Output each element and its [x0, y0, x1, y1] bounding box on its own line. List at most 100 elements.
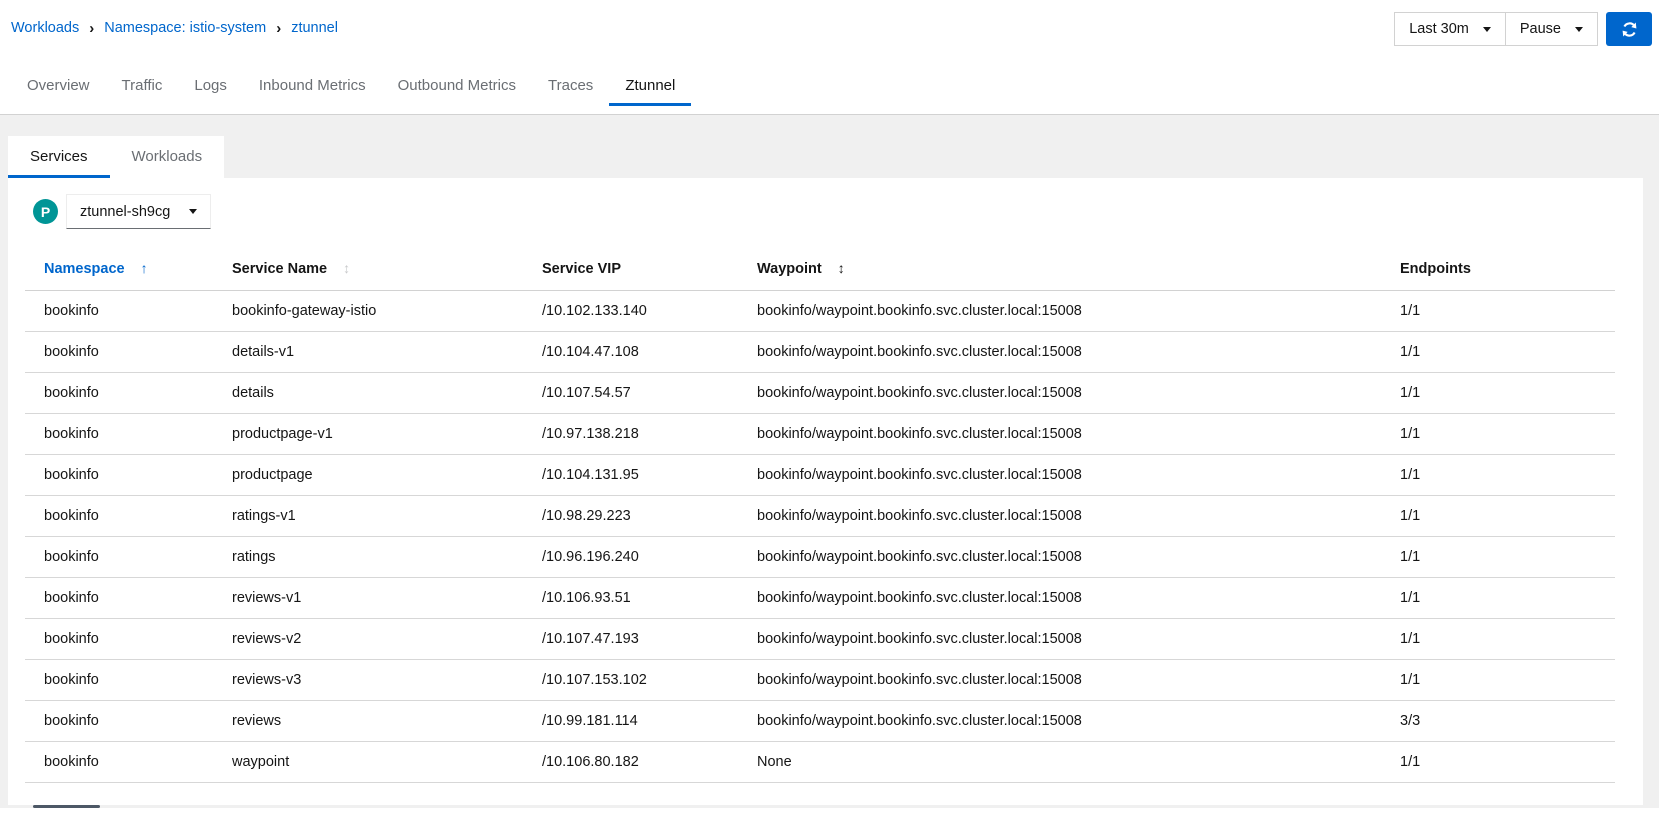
table-row: bookinfodetails/10.107.54.57bookinfo/way… [25, 373, 1615, 414]
table-cell-service-vip: /10.97.138.218 [523, 414, 738, 455]
content-area: Services Workloads P ztunnel-sh9cg Names… [0, 115, 1659, 808]
breadcrumb-link-namespace[interactable]: Namespace: istio-system [104, 20, 266, 36]
table-cell-endpoints: 1/1 [1381, 332, 1615, 373]
table-cell-namespace: bookinfo [25, 414, 213, 455]
column-header-service-name[interactable]: Service Name ↕ [213, 248, 523, 291]
ztunnel-subtabs: Services Workloads [8, 136, 224, 178]
table-row: bookinfodetails-v1/10.104.47.108bookinfo… [25, 332, 1615, 373]
table-cell-service-name: details-v1 [213, 332, 523, 373]
table-cell-namespace: bookinfo [25, 373, 213, 414]
table-cell-endpoints: 1/1 [1381, 291, 1615, 332]
table-cell-namespace: bookinfo [25, 701, 213, 742]
table-cell-waypoint: None [738, 742, 1381, 783]
table-row: bookinforatings-v1/10.98.29.223bookinfo/… [25, 496, 1615, 537]
duration-value: Last 30m [1409, 21, 1469, 37]
pod-badge: P [33, 199, 58, 224]
table-row: bookinfoproductpage/10.104.131.95bookinf… [25, 455, 1615, 496]
table-cell-namespace: bookinfo [25, 537, 213, 578]
column-header-endpoints: Endpoints [1381, 248, 1615, 291]
tab-overview[interactable]: Overview [11, 69, 106, 106]
tab-outbound-metrics[interactable]: Outbound Metrics [382, 69, 532, 106]
table-cell-endpoints: 1/1 [1381, 742, 1615, 783]
chevron-down-icon [189, 209, 197, 214]
table-cell-endpoints: 3/3 [1381, 701, 1615, 742]
time-controls: Last 30m Pause [1394, 11, 1652, 46]
table-cell-waypoint: bookinfo/waypoint.bookinfo.svc.cluster.l… [738, 660, 1381, 701]
table-cell-service-vip: /10.99.181.114 [523, 701, 738, 742]
table-cell-service-name: waypoint [213, 742, 523, 783]
table-cell-service-vip: /10.106.93.51 [523, 578, 738, 619]
table-cell-service-name: details [213, 373, 523, 414]
column-header-namespace[interactable]: Namespace ↑ [25, 248, 213, 291]
table-cell-waypoint: bookinfo/waypoint.bookinfo.svc.cluster.l… [738, 373, 1381, 414]
tab-ztunnel[interactable]: Ztunnel [609, 69, 691, 106]
table-cell-service-vip: /10.98.29.223 [523, 496, 738, 537]
table-row: bookinfowaypoint/10.106.80.182None1/1 [25, 742, 1615, 783]
table-cell-waypoint: bookinfo/waypoint.bookinfo.svc.cluster.l… [738, 619, 1381, 660]
column-label: Namespace [44, 261, 125, 277]
table-row: bookinforatings/10.96.196.240bookinfo/wa… [25, 537, 1615, 578]
table-cell-service-name: bookinfo-gateway-istio [213, 291, 523, 332]
table-cell-namespace: bookinfo [25, 496, 213, 537]
services-table: Namespace ↑ Service Name ↕ Service VIP Way… [25, 248, 1615, 783]
table-row: bookinforeviews-v2/10.107.47.193bookinfo… [25, 619, 1615, 660]
duration-dropdown[interactable]: Last 30m [1394, 12, 1506, 46]
table-cell-service-name: productpage-v1 [213, 414, 523, 455]
chevron-down-icon [1575, 27, 1583, 32]
column-label: Service Name [232, 261, 327, 277]
horizontal-scrollbar-thumb[interactable] [33, 805, 100, 808]
chevron-right-icon: › [276, 21, 281, 36]
table-cell-namespace: bookinfo [25, 742, 213, 783]
table-cell-service-name: ratings [213, 537, 523, 578]
tab-logs[interactable]: Logs [178, 69, 243, 106]
table-cell-service-name: reviews [213, 701, 523, 742]
chevron-down-icon [1483, 27, 1491, 32]
table-cell-waypoint: bookinfo/waypoint.bookinfo.svc.cluster.l… [738, 414, 1381, 455]
table-cell-service-name: reviews-v1 [213, 578, 523, 619]
table-cell-service-name: reviews-v3 [213, 660, 523, 701]
sortable-icon: ↕ [838, 260, 845, 276]
table-cell-endpoints: 1/1 [1381, 373, 1615, 414]
table-cell-waypoint: bookinfo/waypoint.bookinfo.svc.cluster.l… [738, 537, 1381, 578]
table-cell-endpoints: 1/1 [1381, 414, 1615, 455]
sortable-icon: ↕ [343, 260, 350, 276]
breadcrumb-link-workloads[interactable]: Workloads [11, 20, 79, 36]
table-cell-endpoints: 1/1 [1381, 619, 1615, 660]
breadcrumb-link-ztunnel[interactable]: ztunnel [291, 20, 338, 36]
pod-selector-value: ztunnel-sh9cg [80, 204, 170, 220]
table-cell-namespace: bookinfo [25, 291, 213, 332]
table-row: bookinfobookinfo-gateway-istio/10.102.13… [25, 291, 1615, 332]
table-cell-endpoints: 1/1 [1381, 660, 1615, 701]
column-header-service-vip: Service VIP [523, 248, 738, 291]
subtab-workloads[interactable]: Workloads [110, 136, 225, 178]
table-cell-waypoint: bookinfo/waypoint.bookinfo.svc.cluster.l… [738, 578, 1381, 619]
table-cell-service-vip: /10.96.196.240 [523, 537, 738, 578]
tab-inbound-metrics[interactable]: Inbound Metrics [243, 69, 382, 106]
column-header-waypoint[interactable]: Waypoint↕ [738, 248, 1381, 291]
breadcrumb: Workloads › Namespace: istio-system › zt… [0, 0, 338, 36]
subtab-services[interactable]: Services [8, 136, 110, 178]
table-body: bookinfobookinfo-gateway-istio/10.102.13… [25, 291, 1615, 783]
table-header: Namespace ↑ Service Name ↕ Service VIP Way… [25, 248, 1615, 291]
column-label: Service VIP [542, 261, 621, 277]
table-cell-service-vip: /10.107.47.193 [523, 619, 738, 660]
table-cell-service-vip: /10.104.47.108 [523, 332, 738, 373]
tab-traces[interactable]: Traces [532, 69, 609, 106]
table-cell-namespace: bookinfo [25, 332, 213, 373]
table-cell-service-vip: /10.107.54.57 [523, 373, 738, 414]
main-tabs: Overview Traffic Logs Inbound Metrics Ou… [0, 69, 1659, 115]
table-cell-namespace: bookinfo [25, 619, 213, 660]
tab-traffic[interactable]: Traffic [106, 69, 179, 106]
column-label: Endpoints [1400, 261, 1471, 277]
refresh-interval-dropdown[interactable]: Pause [1505, 12, 1598, 46]
table-cell-service-name: ratings-v1 [213, 496, 523, 537]
refresh-interval-value: Pause [1520, 21, 1561, 37]
refresh-button[interactable] [1606, 12, 1652, 46]
table-cell-service-vip: /10.107.153.102 [523, 660, 738, 701]
sort-ascending-icon: ↑ [141, 260, 148, 276]
table-row: bookinforeviews-v1/10.106.93.51bookinfo/… [25, 578, 1615, 619]
header: Workloads › Namespace: istio-system › zt… [0, 0, 1659, 46]
table-cell-waypoint: bookinfo/waypoint.bookinfo.svc.cluster.l… [738, 332, 1381, 373]
pod-selector-dropdown[interactable]: ztunnel-sh9cg [66, 194, 211, 229]
table-cell-waypoint: bookinfo/waypoint.bookinfo.svc.cluster.l… [738, 291, 1381, 332]
